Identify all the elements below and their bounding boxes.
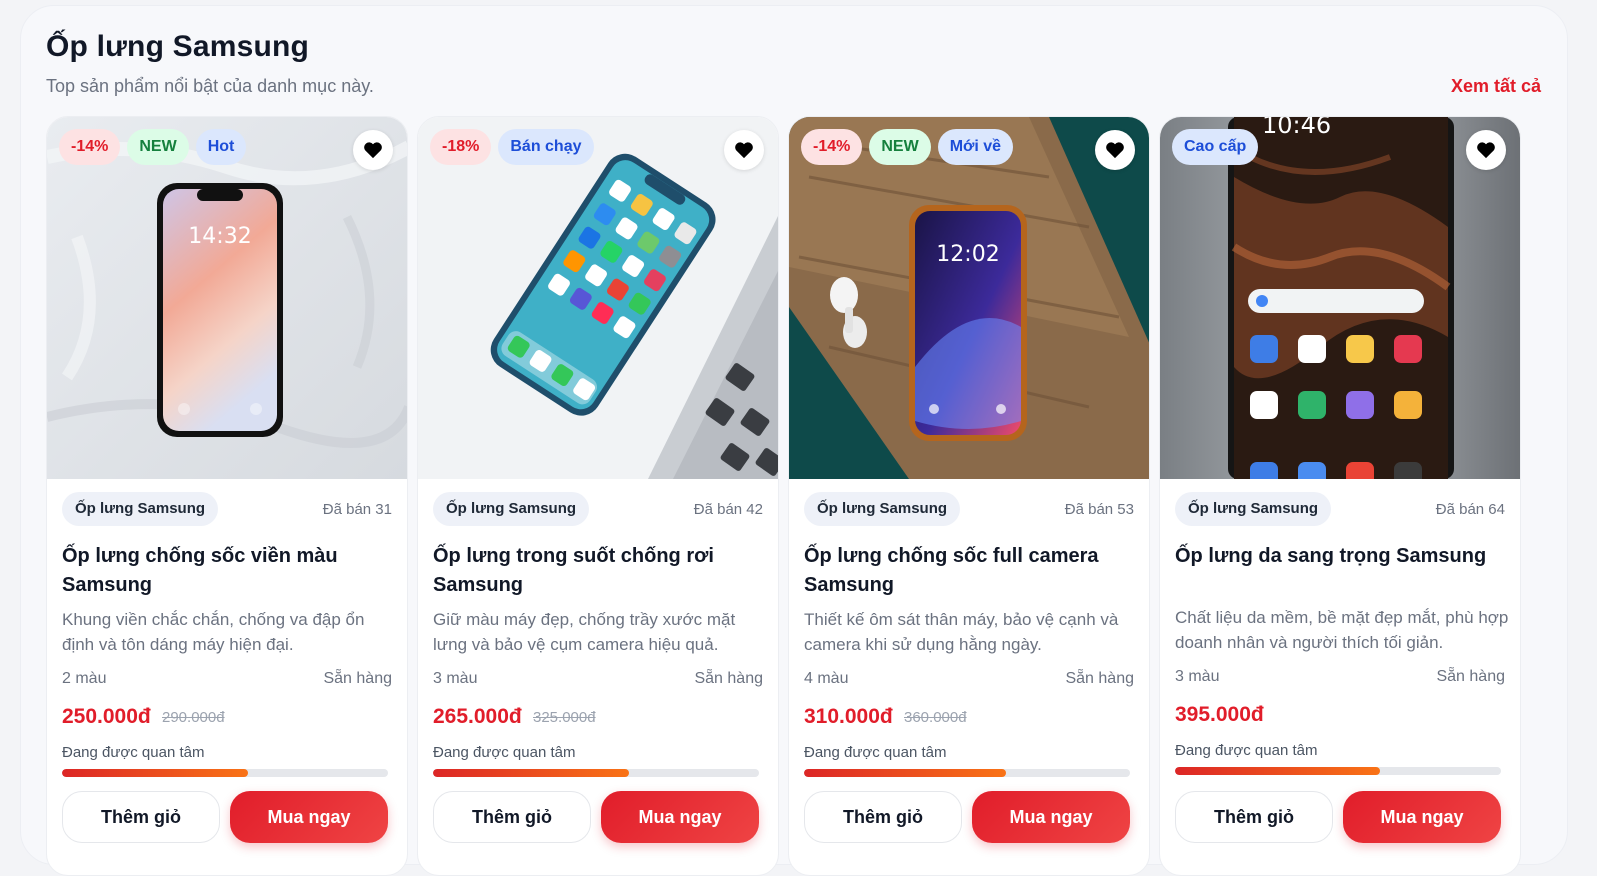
old-price: 360.000đ	[904, 709, 967, 726]
badge-group: -14% NEW Hot	[59, 129, 247, 165]
wishlist-button[interactable]	[1466, 130, 1506, 170]
product-price: 265.000đ	[433, 705, 522, 728]
premium-badge: Cao cấp	[1172, 129, 1259, 165]
interest-bar-fill	[62, 769, 248, 777]
badge-group: Cao cấp	[1172, 129, 1259, 165]
product-image[interactable]: 12:02	[789, 117, 1149, 479]
interest-bar	[1175, 767, 1501, 775]
heart-icon	[364, 142, 382, 159]
product-price: 395.000đ	[1175, 703, 1264, 726]
color-count: 4 màu	[804, 670, 849, 687]
screen-time: 10:46	[1262, 117, 1331, 139]
add-to-cart-button[interactable]: Thêm giỏ	[433, 791, 591, 843]
old-price: 290.000đ	[162, 709, 225, 726]
add-to-cart-button[interactable]: Thêm giỏ	[804, 791, 962, 843]
stock-status: Sẵn hàng	[694, 670, 763, 687]
add-to-cart-button[interactable]: Thêm giỏ	[62, 791, 220, 843]
product-price: 310.000đ	[804, 705, 893, 728]
stock-status: Sẵn hàng	[323, 670, 392, 687]
color-count: 3 màu	[433, 670, 478, 687]
interest-bar-fill	[804, 769, 1007, 777]
category-tag[interactable]: Ốp lưng Samsung	[433, 492, 590, 526]
category-tag[interactable]: Ốp lưng Samsung	[804, 492, 961, 526]
stock-status: Sẵn hàng	[1436, 668, 1505, 685]
wishlist-button[interactable]	[353, 130, 393, 170]
product-description: Giữ màu máy đẹp, chống trầy xước mặt lưn…	[433, 610, 736, 654]
section-title: Ốp lưng Samsung	[46, 30, 310, 63]
wishlist-button[interactable]	[724, 130, 764, 170]
view-all-link[interactable]: Xem tất cả	[1451, 76, 1541, 97]
product-section: Ốp lưng Samsung Top sản phẩm nổi bật của…	[20, 5, 1568, 876]
discount-badge: -14%	[59, 129, 121, 165]
wishlist-button[interactable]	[1095, 130, 1135, 170]
product-description: Chất liệu da mềm, bề mặt đẹp mắt, phù hợ…	[1175, 608, 1509, 652]
buy-now-button[interactable]: Mua ngay	[972, 791, 1130, 843]
interest-label: Đang được quan tâm	[804, 744, 947, 761]
interest-bar-fill	[1175, 767, 1381, 775]
product-grid: 14:32 -14% NEW Hot Ốp lưng Samsung Đã bá…	[46, 116, 1544, 876]
interest-bar	[433, 769, 759, 777]
product-card[interactable]: -18% Bán chạy Ốp lưng Samsung Đã bán 42 …	[417, 116, 779, 876]
product-price: 250.000đ	[62, 705, 151, 728]
category-tag[interactable]: Ốp lưng Samsung	[62, 492, 219, 526]
interest-bar	[804, 769, 1130, 777]
product-card[interactable]: 14:32 -14% NEW Hot Ốp lưng Samsung Đã bá…	[46, 116, 408, 876]
heart-icon	[1106, 142, 1124, 159]
buy-now-button[interactable]: Mua ngay	[230, 791, 388, 843]
product-title[interactable]: Ốp lưng trong suốt chống rơi Samsung	[433, 542, 763, 600]
product-image[interactable]: 10:46	[1160, 117, 1520, 479]
sold-count: Đã bán 53	[1064, 501, 1134, 518]
screen-time: 14:32	[188, 224, 251, 249]
new-badge: NEW	[869, 129, 931, 165]
new-arrival-badge: Mới về	[937, 129, 1014, 165]
product-title[interactable]: Ốp lưng chống sốc full camera Samsung	[804, 542, 1134, 600]
add-to-cart-button[interactable]: Thêm giỏ	[1175, 791, 1333, 843]
old-price: 325.000đ	[533, 709, 596, 726]
category-tag[interactable]: Ốp lưng Samsung	[1175, 492, 1332, 526]
sold-count: Đã bán 31	[322, 501, 392, 518]
badge-group: -18% Bán chạy	[430, 129, 594, 165]
color-count: 2 màu	[62, 670, 107, 687]
section-subtitle: Top sản phẩm nổi bật của danh mục này.	[46, 76, 374, 96]
discount-badge: -14%	[801, 129, 863, 165]
product-description: Khung viền chắc chắn, chống va đập ổn đị…	[62, 610, 365, 654]
interest-label: Đang được quan tâm	[62, 744, 205, 761]
product-title[interactable]: Ốp lưng chống sốc viền màu Samsung	[62, 542, 392, 600]
sold-count: Đã bán 42	[693, 501, 763, 518]
product-image[interactable]: 14:32	[47, 117, 407, 479]
bestseller-badge: Bán chạy	[498, 129, 594, 165]
interest-label: Đang được quan tâm	[433, 744, 576, 761]
interest-bar	[62, 769, 388, 777]
product-title[interactable]: Ốp lưng da sang trọng Samsung	[1175, 542, 1505, 571]
product-card[interactable]: 10:46 Cao cấp Ốp lưng Samsung Đã bán 64 …	[1159, 116, 1521, 876]
product-description: Thiết kế ôm sát thân máy, bảo vệ cạnh và…	[804, 610, 1119, 654]
product-card[interactable]: 12:02 -14% NEW Mới về Ốp lưng Samsung Đã…	[788, 116, 1150, 876]
buy-now-button[interactable]: Mua ngay	[1343, 791, 1501, 843]
stock-status: Sẵn hàng	[1065, 670, 1134, 687]
sold-count: Đã bán 64	[1435, 501, 1505, 518]
new-badge: NEW	[127, 129, 189, 165]
screen-time: 12:02	[936, 242, 999, 267]
heart-icon	[1477, 142, 1495, 159]
color-count: 3 màu	[1175, 668, 1220, 685]
discount-badge: -18%	[430, 129, 492, 165]
interest-label: Đang được quan tâm	[1175, 742, 1318, 759]
interest-bar-fill	[433, 769, 629, 777]
product-image[interactable]	[418, 117, 778, 479]
hot-badge: Hot	[195, 129, 247, 165]
buy-now-button[interactable]: Mua ngay	[601, 791, 759, 843]
heart-icon	[735, 142, 753, 159]
badge-group: -14% NEW Mới về	[801, 129, 1014, 165]
